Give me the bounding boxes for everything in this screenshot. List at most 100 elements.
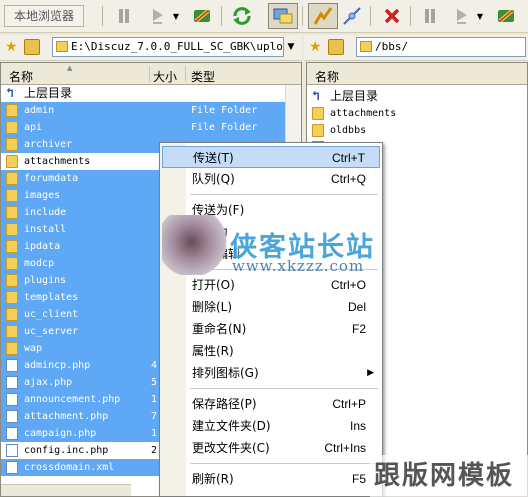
star-icon[interactable]: ★ (5, 39, 18, 55)
folder-icon (312, 124, 324, 137)
folder-icon (6, 308, 18, 321)
menu-separator (190, 463, 378, 464)
stop-icon[interactable] (380, 3, 404, 29)
folder-icon (6, 104, 18, 117)
file-name: crossdomain.xml (24, 462, 115, 473)
file-size: 4 (151, 360, 158, 371)
column-name-header[interactable]: 名称 (9, 68, 33, 85)
toolbar-separator (221, 6, 222, 26)
menu-item-shortcut: F2 (351, 322, 366, 336)
file-row[interactable]: oldbbs (307, 122, 527, 139)
pause-icon[interactable] (418, 3, 442, 29)
refresh-icon[interactable] (230, 3, 254, 29)
column-divider[interactable] (149, 66, 150, 82)
menu-item[interactable]: 刷新(R) F5 (162, 468, 380, 490)
local-view-icon[interactable] (268, 3, 298, 29)
file-row[interactable]: api File Folder (1, 119, 285, 136)
menu-item-shortcut: Ctrl+P (332, 397, 366, 411)
sort-arrow-icon: ▲ (67, 64, 73, 72)
file-name: api (24, 122, 43, 133)
folder-icon (6, 121, 18, 134)
folder-icon (6, 325, 18, 338)
file-size: 7 (151, 411, 158, 422)
menu-item-shortcut: Del (347, 300, 366, 314)
column-type-header[interactable]: 类型 (191, 68, 215, 85)
menu-item-shortcut: F5 (351, 472, 366, 486)
menu-item[interactable]: 重命名(N) F2 (162, 318, 380, 340)
menu-item[interactable]: 删除(L) Del (162, 296, 380, 318)
menu-item-label: 建立文件夹(D) (192, 419, 271, 433)
file-name: 上层目录 (24, 86, 73, 100)
folder-icon (312, 107, 324, 120)
file-name: archiver (24, 139, 73, 150)
remote-path-field[interactable]: /bbs/ (356, 37, 526, 57)
file-name: config.inc.php (24, 445, 109, 456)
up-folder-icon[interactable] (24, 39, 40, 55)
connection-wizard-icon[interactable] (308, 3, 338, 29)
parent-directory-row[interactable]: ↰ 上层目录 (1, 85, 285, 102)
watermark-site-url: www.xkzzz.com (232, 257, 365, 275)
pause-icon[interactable] (112, 3, 136, 29)
file-row[interactable]: attachments (307, 105, 527, 122)
column-size-header[interactable]: 大小 (153, 68, 177, 85)
menu-item[interactable]: 传送(T) Ctrl+T (162, 146, 380, 168)
star-icon[interactable]: ★ (309, 39, 322, 55)
horizontal-scrollbar[interactable] (1, 484, 131, 496)
chevron-down-icon[interactable]: ▼ (284, 37, 298, 57)
menu-item[interactable]: 保存路径(P) Ctrl+P (162, 393, 380, 415)
file-name: campaign.php (24, 428, 97, 439)
menu-item[interactable]: 属性(R) (162, 340, 380, 362)
connect-icon[interactable] (190, 3, 214, 29)
local-browser-button[interactable]: 本地浏览器 (4, 5, 84, 27)
menu-item[interactable]: 建立文件夹(D) Ins (162, 415, 380, 437)
folder-icon (6, 172, 18, 185)
file-icon (6, 393, 18, 406)
remote-address-bar: ★ /bbs/ (304, 35, 528, 61)
menu-item-shortcut: Ctrl+Ins (324, 441, 366, 455)
menu-separator (190, 194, 378, 195)
file-size: 1 (151, 428, 158, 439)
chevron-down-icon[interactable]: ▼ (170, 3, 182, 29)
play-icon[interactable] (450, 3, 474, 29)
folder-icon (6, 138, 18, 151)
folder-icon (6, 189, 18, 202)
folder-icon (6, 155, 18, 168)
file-icon (6, 359, 18, 372)
menu-item-shortcut: Ins (349, 419, 366, 433)
column-name-header[interactable]: 名称 (315, 68, 339, 85)
folder-icon (6, 291, 18, 304)
menu-item[interactable]: 排列图标(G) ▶ (162, 362, 380, 384)
local-path-field[interactable]: E:\Discuz_7.0.0_FULL_SC_GBK\upload (52, 37, 284, 57)
remote-path-text: /bbs/ (375, 40, 409, 53)
menu-item-shortcut: Ctrl+T (332, 151, 365, 165)
local-list-header: 名称 ▲ 大小 类型 (1, 63, 301, 85)
folder-icon (56, 41, 68, 52)
disconnect-icon[interactable] (340, 3, 364, 29)
file-name: plugins (24, 275, 67, 286)
connect-icon[interactable] (494, 3, 518, 29)
menu-item[interactable]: 队列(Q) Ctrl+Q (162, 168, 380, 190)
file-icon (6, 410, 18, 423)
file-name: templates (24, 292, 79, 303)
file-row[interactable]: admin File Folder (1, 102, 285, 119)
folder-icon (6, 342, 18, 355)
menu-item-label: 队列(Q) (192, 172, 235, 186)
watermark-logo-image (162, 215, 228, 275)
file-name: announcement.php (24, 394, 121, 405)
file-name: uc_server (24, 326, 79, 337)
toolbar-separator (102, 6, 103, 26)
main-toolbar: 本地浏览器 ▼ ▼ (0, 0, 528, 33)
up-folder-icon[interactable] (328, 39, 344, 55)
play-icon[interactable] (146, 3, 170, 29)
file-icon (6, 444, 18, 457)
parent-directory-row[interactable]: ↰ 上层目录 (307, 88, 527, 105)
up-arrow-icon: ↰ (6, 86, 14, 101)
local-path-text: E:\Discuz_7.0.0_FULL_SC_GBK\upload (71, 40, 284, 53)
menu-item[interactable]: 打开(O) Ctrl+O (162, 274, 380, 296)
column-divider[interactable] (185, 66, 186, 82)
file-type: File Folder (191, 122, 258, 133)
chevron-down-icon[interactable]: ▼ (474, 3, 486, 29)
file-name: install (24, 224, 67, 235)
folder-icon (6, 223, 18, 236)
menu-item[interactable]: 更改文件夹(C) Ctrl+Ins (162, 437, 380, 459)
